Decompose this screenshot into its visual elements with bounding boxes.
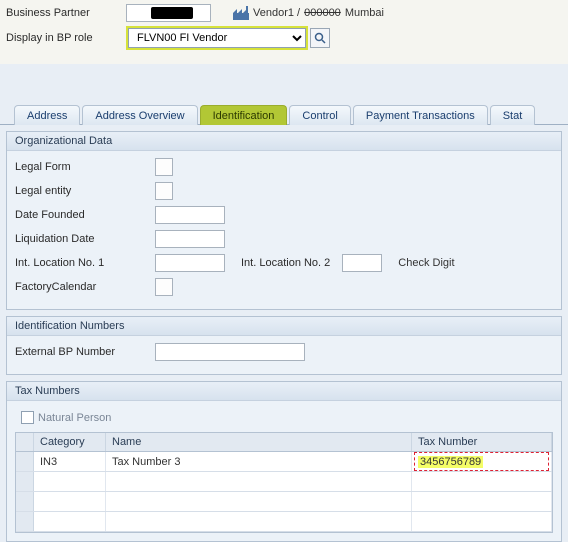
table-row[interactable] [16, 492, 552, 512]
role-search-button[interactable] [310, 28, 330, 48]
natural-person-checkbox[interactable] [21, 411, 34, 424]
factory-cal-label: FactoryCalendar [15, 281, 155, 293]
date-founded-input[interactable] [155, 206, 225, 224]
legal-form-input[interactable] [155, 158, 173, 176]
bp-role-select[interactable]: FLVN00 FI Vendor [128, 28, 306, 48]
tab-status[interactable]: Stat [490, 105, 536, 125]
org-title: Organizational Data [7, 132, 561, 151]
legal-entity-input[interactable] [155, 182, 173, 200]
check-digit-label: Check Digit [398, 257, 454, 269]
liquidation-input[interactable] [155, 230, 225, 248]
bp-label: Business Partner [6, 7, 126, 19]
row-selector[interactable] [16, 492, 34, 511]
table-row[interactable] [16, 472, 552, 492]
organizational-data-panel: Organizational Data Legal Form Legal ent… [6, 131, 562, 310]
row-selector[interactable] [16, 512, 34, 531]
bp-value-redacted [151, 7, 193, 19]
table-row[interactable]: IN3 Tax Number 3 3456756789 [16, 452, 552, 472]
legal-entity-label: Legal entity [15, 185, 155, 197]
col-name: Name [106, 433, 412, 451]
ident-title: Identification Numbers [7, 317, 561, 336]
ext-bp-input[interactable] [155, 343, 305, 361]
factory-cal-input[interactable] [155, 278, 173, 296]
tab-identification[interactable]: Identification [200, 105, 288, 125]
tax-numbers-panel: Tax Numbers Natural Person Category Name… [6, 381, 562, 542]
search-icon [314, 32, 326, 44]
identification-numbers-panel: Identification Numbers External BP Numbe… [6, 316, 562, 375]
row-selector[interactable] [16, 472, 34, 491]
vendor-prefix: Vendor1 / [253, 7, 300, 19]
tax-title: Tax Numbers [7, 382, 561, 401]
col-selector [16, 433, 34, 451]
natural-person-label: Natural Person [38, 412, 111, 424]
factory-icon [233, 6, 249, 20]
table-row[interactable] [16, 512, 552, 532]
taxnum-value: 3456756789 [418, 456, 483, 468]
date-founded-label: Date Founded [15, 209, 155, 221]
role-label: Display in BP role [6, 32, 126, 44]
tab-payment-transactions[interactable]: Payment Transactions [353, 105, 488, 125]
liquidation-label: Liquidation Date [15, 233, 155, 245]
vendor-code: 000000 [304, 7, 341, 19]
loc1-input[interactable] [155, 254, 225, 272]
tax-grid: Category Name Tax Number IN3 Tax Number … [15, 432, 553, 533]
col-taxnum: Tax Number [412, 433, 552, 451]
tab-strip: Address Address Overview Identification … [0, 104, 568, 125]
tab-address[interactable]: Address [14, 105, 80, 125]
ext-bp-label: External BP Number [15, 346, 155, 358]
tab-address-overview[interactable]: Address Overview [82, 105, 197, 125]
loc2-input[interactable] [342, 254, 382, 272]
loc1-label: Int. Location No. 1 [15, 257, 155, 269]
tab-control[interactable]: Control [289, 105, 350, 125]
cell-category[interactable]: IN3 [34, 452, 106, 471]
cell-taxnum[interactable]: 3456756789 [412, 452, 552, 471]
row-selector[interactable] [16, 452, 34, 471]
legal-form-label: Legal Form [15, 161, 155, 173]
col-category: Category [34, 433, 106, 451]
loc2-label: Int. Location No. 2 [241, 257, 330, 269]
vendor-city: Mumbai [345, 7, 384, 19]
cell-name[interactable]: Tax Number 3 [106, 452, 412, 471]
